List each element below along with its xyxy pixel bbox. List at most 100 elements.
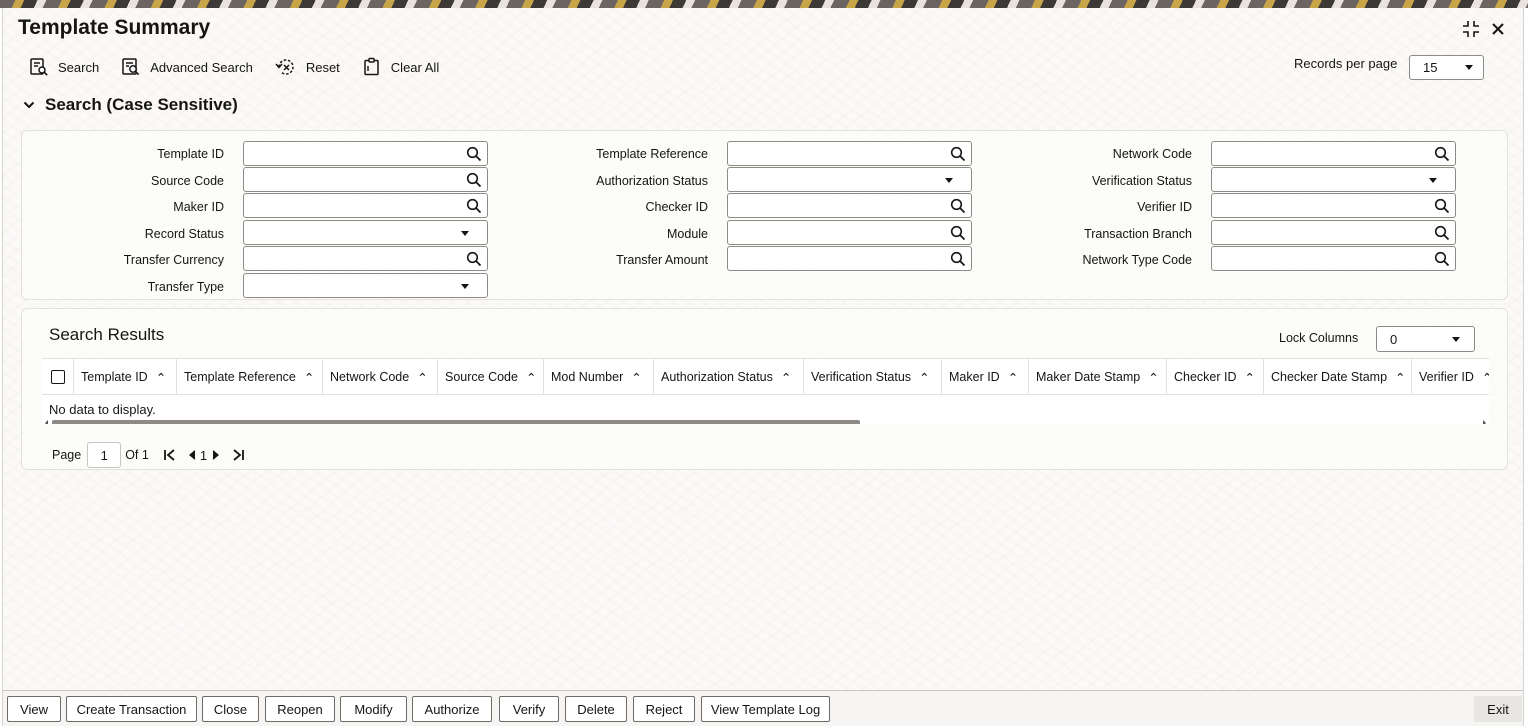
delete-button[interactable]: Delete [565, 696, 627, 722]
last-page-icon [233, 449, 244, 461]
minimize-icon[interactable] [1460, 18, 1482, 40]
column-header[interactable]: Checker Date Stamp ⌃ [1264, 359, 1412, 395]
table-header-row: Template ID ⌃ Template Reference ⌃ Network… [42, 359, 1489, 395]
results-table: Template ID ⌃ Template Reference ⌃ Network… [42, 358, 1489, 424]
caret-down-icon [461, 284, 469, 289]
checker-id-input[interactable] [727, 193, 972, 218]
column-header-label: Mod Number [551, 370, 624, 384]
clear-all-label: Clear All [390, 59, 440, 75]
column-header[interactable]: Mod Number ⌃ [544, 359, 654, 395]
page-number-input[interactable]: 1 [87, 442, 122, 468]
column-header[interactable]: Template ID ⌃ [74, 359, 177, 395]
create-transaction-button[interactable]: Create Transaction [66, 696, 197, 722]
transfer-amount-input[interactable] [727, 246, 972, 271]
caret-down-icon [1465, 65, 1473, 70]
sort-icon: ⌃ [631, 370, 642, 385]
close-icon[interactable] [1487, 18, 1509, 40]
maker-id-input[interactable] [243, 193, 488, 218]
transfer-currency-input[interactable] [243, 246, 488, 271]
select-all-checkbox[interactable] [50, 370, 65, 384]
clear-all-button[interactable]: Clear All [362, 56, 439, 78]
sort-icon: ⌃ [1482, 370, 1489, 385]
network-type-code-input[interactable] [1211, 246, 1456, 271]
column-header[interactable]: Verification Status ⌃ [804, 359, 942, 395]
authorization-status-select[interactable] [727, 167, 972, 192]
close-button[interactable]: Close [202, 696, 259, 722]
column-header[interactable]: Authorization Status ⌃ [654, 359, 804, 395]
verification-status-select[interactable] [1211, 167, 1456, 192]
lock-columns-select[interactable]: 0 [1376, 326, 1475, 352]
toolbar: Search Advanced Search Reset Clear All [29, 56, 461, 78]
previous-page-button[interactable] [187, 449, 197, 461]
horizontal-scrollbar[interactable] [42, 419, 1489, 424]
record-status-select[interactable] [243, 220, 488, 245]
column-header-label: Checker ID [1174, 370, 1237, 384]
records-per-page-select[interactable]: 15 [1409, 55, 1484, 80]
module-input[interactable] [727, 220, 972, 245]
transaction-branch-input[interactable] [1211, 220, 1456, 245]
sort-icon: ⌃ [1244, 370, 1256, 385]
search-section-toggle[interactable]: Search (Case Sensitive) [23, 95, 238, 115]
verifier-id-input[interactable] [1211, 193, 1456, 218]
records-per-page-label: Records per page [1294, 56, 1398, 71]
column-header-label: Template ID [81, 370, 148, 384]
module-label: Module [667, 227, 708, 241]
template-reference-label: Template Reference [596, 147, 708, 161]
authorization-status-label: Authorization Status [596, 174, 708, 188]
lock-columns-label: Lock Columns [1279, 331, 1359, 345]
scroll-right-icon[interactable] [1483, 420, 1486, 424]
search-icon [1434, 225, 1450, 241]
column-header[interactable]: Verifier ID ⌃ [1412, 359, 1489, 395]
previous-page-icon [188, 450, 195, 460]
column-header-label: Checker Date Stamp [1271, 370, 1388, 384]
reopen-button[interactable]: Reopen [265, 696, 335, 722]
verify-button[interactable]: Verify [499, 696, 559, 722]
column-header[interactable]: Checker ID ⌃ [1167, 359, 1264, 395]
template-reference-input[interactable] [727, 141, 972, 166]
advanced-search-button[interactable]: Advanced Search [121, 56, 253, 78]
reject-button[interactable]: Reject [633, 696, 695, 722]
network-code-label: Network Code [1112, 147, 1192, 161]
sort-icon: ⌃ [1395, 370, 1406, 385]
pagination: Page 1 Of 1 1 [52, 442, 245, 468]
page-of-label: Of 1 [125, 448, 149, 462]
search-icon [466, 146, 482, 162]
scrollbar-thumb[interactable] [52, 420, 860, 424]
search-results-panel: Search Results Lock Columns 0 Template I… [21, 308, 1508, 470]
chevron-down-icon [23, 101, 35, 109]
scroll-left-icon[interactable] [45, 420, 48, 424]
column-header[interactable]: Template Reference ⌃ [177, 359, 323, 395]
search-results-title: Search Results [49, 325, 165, 344]
view-button[interactable]: View [7, 696, 61, 722]
empty-table-message: No data to display. [49, 402, 156, 417]
search-button[interactable]: Search [29, 56, 99, 78]
authorize-button[interactable]: Authorize [412, 696, 492, 722]
template-id-input[interactable] [243, 141, 488, 166]
next-page-button[interactable] [211, 449, 221, 461]
column-header-label: Maker Date Stamp [1036, 370, 1141, 384]
sort-icon: ⌃ [525, 370, 537, 385]
column-header[interactable]: Maker ID ⌃ [942, 359, 1029, 395]
source-code-input[interactable] [243, 167, 488, 192]
last-page-button[interactable] [231, 448, 245, 462]
column-header[interactable]: Maker Date Stamp ⌃ [1029, 359, 1167, 395]
record-status-label: Record Status [144, 227, 224, 241]
exit-button[interactable]: Exit [1474, 696, 1522, 722]
column-header-label: Verifier ID [1419, 370, 1474, 384]
template-summary-window: Template Summary Search Advanced Search … [2, 8, 1524, 726]
network-code-input[interactable] [1211, 141, 1456, 166]
reset-button[interactable]: Reset [275, 56, 340, 78]
transfer-type-select[interactable] [243, 273, 488, 298]
column-header[interactable]: Network Code ⌃ [323, 359, 438, 395]
search-doc-icon [30, 58, 48, 76]
first-page-button[interactable] [163, 448, 177, 462]
first-page-icon [163, 449, 175, 461]
column-header[interactable]: Source Code ⌃ [438, 359, 544, 395]
search-button-label: Search [58, 59, 100, 75]
modify-button[interactable]: Modify [340, 696, 407, 722]
page-title: Template Summary [18, 16, 211, 39]
view-template-log-button[interactable]: View Template Log [701, 696, 830, 722]
records-per-page-value: 15 [1423, 60, 1438, 75]
transaction-branch-label: Transaction Branch [1084, 227, 1192, 241]
search-icon [950, 198, 966, 214]
